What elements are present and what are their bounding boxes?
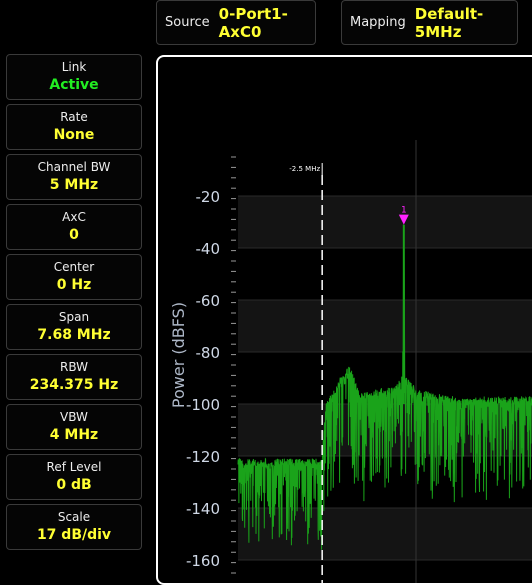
mapping-label: Mapping <box>350 15 406 30</box>
param-value: 234.375 Hz <box>29 377 119 393</box>
grid-band <box>238 196 532 248</box>
y-tick-label: -20 <box>196 188 221 206</box>
param-scale[interactable]: Scale 17 dB/div <box>6 504 142 550</box>
grid-band <box>238 300 532 352</box>
param-value: 0 Hz <box>56 277 92 293</box>
spectrum-plot[interactable]: -20 -40 -60 -80 -100 -120 -140 -160 Power (dBFS)… <box>156 55 532 585</box>
source-selector[interactable]: Source 0-Port1-AxC0 <box>156 0 316 45</box>
param-value: 5 MHz <box>49 177 99 193</box>
mapping-selector[interactable]: Mapping Default-5MHz <box>341 0 518 45</box>
y-tick-label: -140 <box>186 500 220 518</box>
y-tick-label: -80 <box>196 344 221 362</box>
param-channel-bw[interactable]: Channel BW 5 MHz <box>6 154 142 200</box>
param-value: 0 <box>69 227 79 243</box>
param-rbw[interactable]: RBW 234.375 Hz <box>6 354 142 400</box>
parameter-panel: Link Active Rate None Channel BW 5 MHz AxC 0… <box>6 54 142 554</box>
param-value: 4 MHz <box>49 427 99 443</box>
param-label: RBW <box>59 360 88 374</box>
y-tick-label: -60 <box>196 292 221 310</box>
param-link[interactable]: Link Active <box>6 54 142 100</box>
param-label: VBW <box>60 410 88 424</box>
param-value: 0 dB <box>56 477 92 493</box>
param-value: None <box>53 127 95 143</box>
source-label: Source <box>165 15 210 30</box>
y-tick-label: -120 <box>186 448 220 466</box>
spectrum-chart: -20 -40 -60 -80 -100 -120 -140 -160 Power (dBFS)… <box>169 140 532 583</box>
param-center[interactable]: Center 0 Hz <box>6 254 142 300</box>
param-label: Span <box>58 310 90 324</box>
y-tick-label: -40 <box>196 240 221 258</box>
param-ref-level[interactable]: Ref Level 0 dB <box>6 454 142 500</box>
channel-edge-label: -2.5 MHz <box>289 165 320 173</box>
param-rate[interactable]: Rate None <box>6 104 142 150</box>
source-value: 0-Port1-AxC0 <box>218 4 288 41</box>
y-tick-label: -100 <box>186 396 220 414</box>
mapping-value: Default-5MHz <box>414 4 484 41</box>
param-axc[interactable]: AxC 0 <box>6 204 142 250</box>
y-tick-label: -160 <box>186 552 220 570</box>
param-value: Active <box>49 77 99 93</box>
param-value: 17 dB/div <box>36 527 112 543</box>
spectrum-trace <box>237 236 532 550</box>
param-label: Rate <box>60 110 88 124</box>
param-label: Ref Level <box>46 460 102 474</box>
marker-label: 1 <box>401 206 407 216</box>
param-label: Link <box>61 60 87 74</box>
param-span[interactable]: Span 7.68 MHz <box>6 304 142 350</box>
y-axis-label: Power (dBFS) <box>169 302 188 408</box>
param-label: Center <box>53 260 95 274</box>
param-label: Scale <box>57 510 91 524</box>
param-vbw[interactable]: VBW 4 MHz <box>6 404 142 450</box>
param-label: AxC <box>62 210 86 224</box>
param-label: Channel BW <box>37 160 111 174</box>
param-value: 7.68 MHz <box>37 327 111 343</box>
